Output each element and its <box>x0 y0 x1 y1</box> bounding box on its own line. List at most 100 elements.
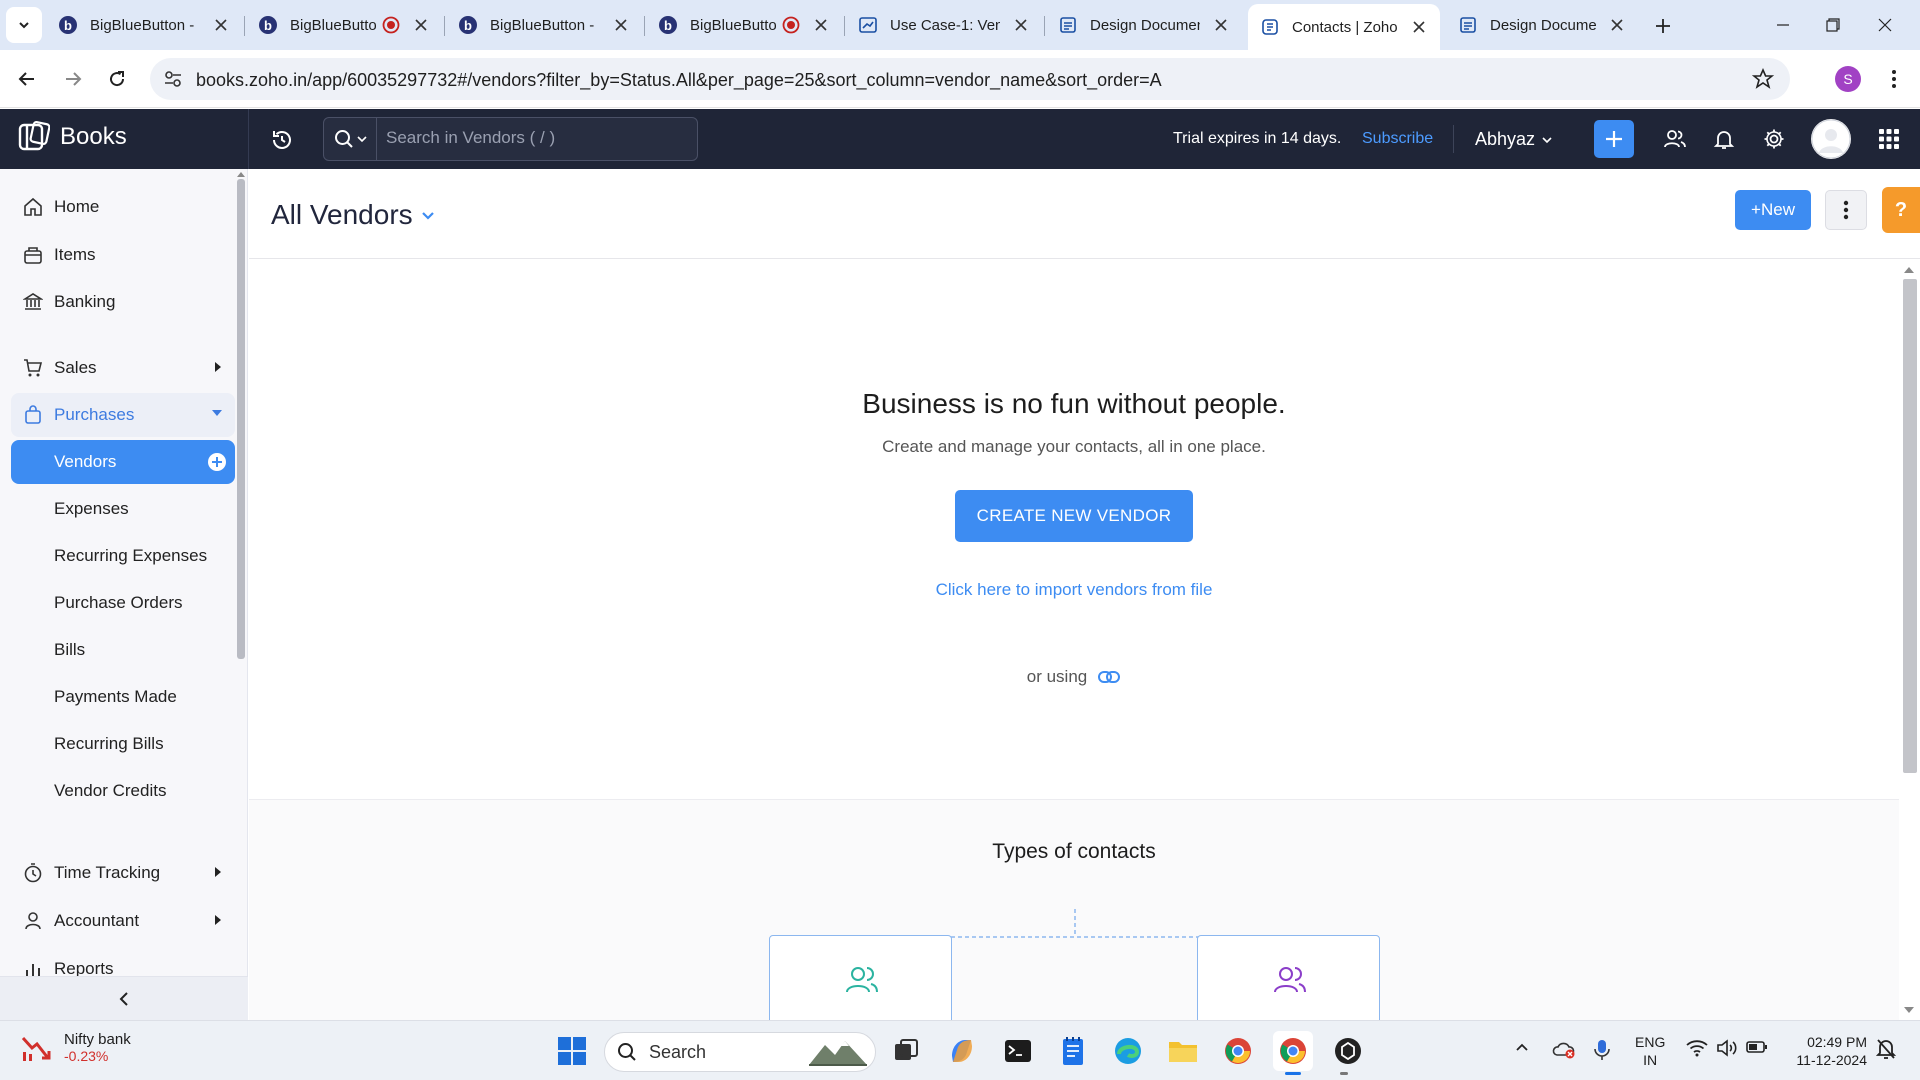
more-actions-button[interactable] <box>1825 190 1867 230</box>
sidebar-subitem-recurring-expenses[interactable]: Recurring Expenses <box>11 534 235 578</box>
sidebar-subitem-label: Vendor Credits <box>54 781 167 800</box>
volume-icon[interactable] <box>1716 1039 1738 1057</box>
import-link-text[interactable]: Click here to import vendors from file <box>936 580 1213 599</box>
new-vendor-button[interactable]: +New <box>1735 190 1811 230</box>
microphone-icon[interactable] <box>1594 1039 1610 1061</box>
copilot-icon <box>952 1040 972 1062</box>
contact-type-card[interactable] <box>769 935 952 1025</box>
new-tab-button[interactable] <box>1648 11 1678 41</box>
sidebar-item-banking[interactable]: Banking <box>11 280 235 324</box>
browser-tab[interactable]: b BigBlueButton - <box>446 6 642 44</box>
add-circle-icon[interactable] <box>207 452 227 472</box>
browser-tab[interactable]: b BigBlueButton <box>646 6 842 44</box>
sidebar-scrollbar[interactable] <box>237 179 245 659</box>
sidebar-item-accountant[interactable]: Accountant <box>11 899 235 943</box>
sidebar-subitem-payments-made[interactable]: Payments Made <box>11 675 235 719</box>
task-view-button[interactable] <box>886 1031 926 1071</box>
browser-tab[interactable]: b BigBlueButton <box>246 6 442 44</box>
sidebar-item-time-tracking[interactable]: Time Tracking <box>11 851 235 895</box>
quick-create-button[interactable] <box>1594 120 1634 158</box>
close-icon[interactable] <box>1210 14 1232 36</box>
reload-button[interactable] <box>100 62 134 96</box>
sidebar-subitem-purchase-orders[interactable]: Purchase Orders <box>11 581 235 625</box>
scroll-up-icon[interactable] <box>1904 265 1914 273</box>
market-widget[interactable]: Nifty bank -0.23% <box>20 1031 131 1064</box>
search-input[interactable] <box>386 128 686 148</box>
site-settings-icon[interactable] <box>162 68 184 90</box>
sidebar-collapse-button[interactable] <box>0 976 248 1020</box>
view-selector[interactable]: All Vendors <box>271 199 435 231</box>
search-icon <box>334 130 353 148</box>
notifications-button[interactable] <box>1711 126 1737 152</box>
users-button[interactable] <box>1662 126 1688 152</box>
sidebar-item-purchases[interactable]: Purchases <box>11 393 235 437</box>
notification-bell-icon[interactable] <box>1876 1038 1896 1060</box>
search-scope-dropdown[interactable] <box>324 118 377 160</box>
sidebar-subitem-vendors[interactable]: Vendors <box>11 440 235 484</box>
arrow-right-icon <box>66 72 82 86</box>
tab-title: Design Documen <box>1090 16 1200 34</box>
chrome-button[interactable] <box>1218 1031 1258 1071</box>
close-icon[interactable] <box>810 14 832 36</box>
battery-icon[interactable] <box>1746 1039 1768 1055</box>
browser-tab[interactable]: Use Case-1: Vend <box>846 6 1042 44</box>
close-icon[interactable] <box>1606 14 1628 36</box>
start-button[interactable] <box>552 1031 592 1071</box>
organization-switcher[interactable]: Abhyaz <box>1475 129 1553 150</box>
bookmark-star-icon[interactable] <box>1752 68 1774 90</box>
scroll-up-icon[interactable] <box>237 171 245 177</box>
window-close-button[interactable] <box>1862 8 1908 42</box>
forward-button[interactable] <box>56 62 90 96</box>
sidebar-subitem-expenses[interactable]: Expenses <box>11 487 235 531</box>
sidebar-subitem-vendor-credits[interactable]: Vendor Credits <box>11 769 235 813</box>
create-new-vendor-button[interactable]: CREATE NEW VENDOR <box>955 490 1193 542</box>
close-icon[interactable] <box>210 14 232 36</box>
app-launcher-button[interactable] <box>1876 126 1902 152</box>
scroll-down-icon[interactable] <box>1904 1007 1914 1015</box>
browser-tab[interactable]: b BigBlueButton - <box>46 6 242 44</box>
back-button[interactable] <box>10 62 44 96</box>
taskbar-search[interactable]: Search <box>604 1032 876 1072</box>
chevron-up-icon[interactable] <box>1514 1039 1530 1055</box>
browser-tab-active[interactable]: Contacts | Zoho <box>1248 4 1440 50</box>
profile-avatar[interactable]: S <box>1835 66 1861 92</box>
subscribe-link[interactable]: Subscribe <box>1362 130 1433 148</box>
sidebar-item-sales[interactable]: Sales <box>11 346 235 390</box>
chatgpt-button[interactable] <box>1328 1031 1368 1071</box>
minimize-button[interactable] <box>1760 8 1806 42</box>
chrome-active-button[interactable] <box>1273 1031 1313 1071</box>
sidebar-item-home[interactable]: Home <box>11 185 235 229</box>
browser-tab[interactable]: Design Documen <box>1046 6 1242 44</box>
document-icon <box>1460 17 1476 33</box>
edge-button[interactable] <box>1108 1031 1148 1071</box>
restore-button[interactable] <box>1810 8 1856 42</box>
brand[interactable]: Books <box>18 121 127 153</box>
recent-activity-icon[interactable] <box>270 128 294 152</box>
system-clock[interactable]: 02:49 PM 11-12-2024 <box>1783 1033 1867 1069</box>
tab-search-button[interactable] <box>6 7 42 43</box>
browser-tab[interactable]: Design Documen <box>1446 6 1638 44</box>
settings-button[interactable] <box>1761 126 1787 152</box>
content-scrollbar-thumb[interactable] <box>1903 279 1917 773</box>
terminal-button[interactable] <box>998 1031 1038 1071</box>
close-icon[interactable] <box>410 14 432 36</box>
copilot-button[interactable] <box>942 1031 982 1071</box>
close-icon[interactable] <box>1010 14 1032 36</box>
sidebar-subitem-recurring-bills[interactable]: Recurring Bills <box>11 722 235 766</box>
language-indicator[interactable]: ENG IN <box>1635 1033 1665 1069</box>
user-avatar[interactable] <box>1811 119 1851 159</box>
wifi-icon[interactable] <box>1686 1039 1708 1057</box>
sidebar-subitem-bills[interactable]: Bills <box>11 628 235 672</box>
contact-type-card[interactable] <box>1197 935 1380 1025</box>
cloud-error-icon[interactable] <box>1552 1039 1576 1059</box>
sidebar-item-items[interactable]: Items <box>11 233 235 277</box>
browser-menu-button[interactable] <box>1880 65 1908 93</box>
notepad-button[interactable] <box>1053 1031 1093 1071</box>
help-button[interactable]: ? <box>1882 187 1920 233</box>
file-explorer-button[interactable] <box>1163 1031 1203 1071</box>
link-icon[interactable] <box>1097 669 1121 685</box>
close-icon[interactable] <box>1408 16 1430 38</box>
close-icon[interactable] <box>610 14 632 36</box>
address-bar[interactable]: books.zoho.in/app/60035297732#/vendors?f… <box>150 58 1790 100</box>
close-icon <box>1878 18 1892 32</box>
